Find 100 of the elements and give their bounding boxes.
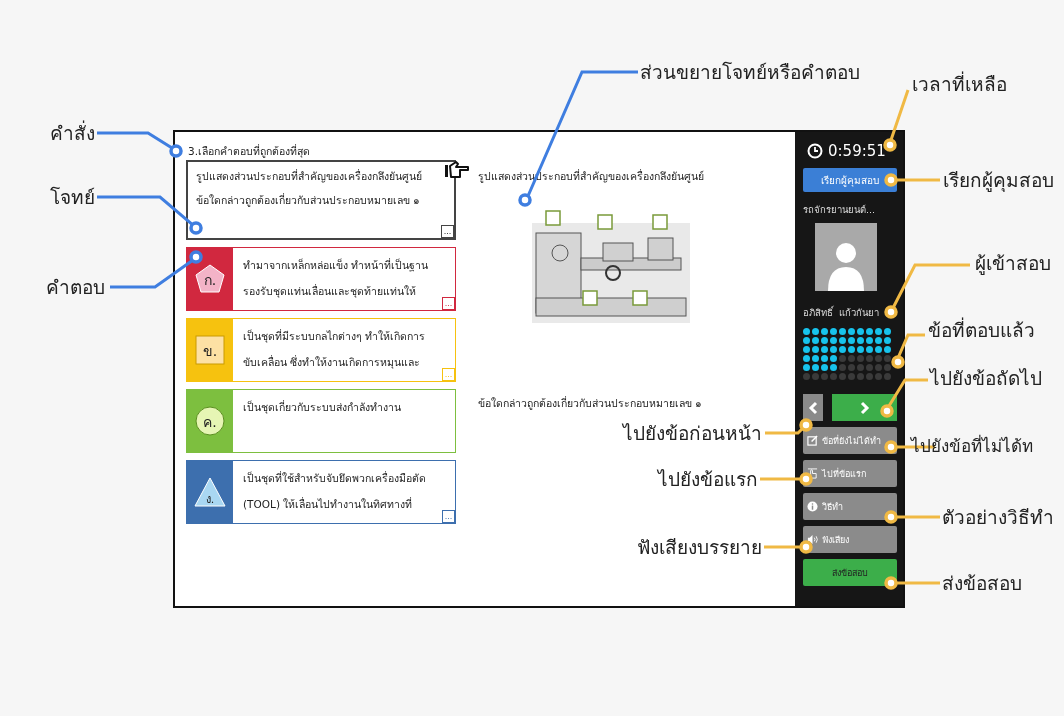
- question-dot[interactable]: [821, 346, 828, 353]
- answer-text: ทำมาจากเหล็กหล่อแข็ง ทำหน้าที่เป็นฐาน รองรับชุดแท่นเลื่อนและชุดท้ายแท่นให้: [242, 257, 430, 300]
- callout-label: คำสั่ง: [50, 121, 95, 145]
- instruction-text: 3.เลือกคำตอบที่ถูกต้องที่สุด: [188, 143, 312, 160]
- callout-label: โจทย์: [50, 185, 95, 209]
- chevron-left-icon: [807, 400, 819, 415]
- leader-line: [760, 472, 813, 486]
- question-dot[interactable]: [830, 346, 837, 353]
- question-dot[interactable]: [803, 328, 810, 335]
- question-dot[interactable]: [812, 328, 819, 335]
- question-dot[interactable]: [857, 355, 864, 362]
- question-dot[interactable]: [857, 346, 864, 353]
- edit-icon: [807, 435, 818, 446]
- expand-button[interactable]: ...: [442, 510, 455, 523]
- question-dot[interactable]: [830, 364, 837, 371]
- question-dot[interactable]: [848, 355, 855, 362]
- question-dot[interactable]: [830, 355, 837, 362]
- triangle-badge: ง.: [194, 476, 226, 508]
- previous-button[interactable]: [803, 394, 823, 421]
- question-dot[interactable]: [812, 364, 819, 371]
- expand-button[interactable]: ...: [442, 297, 455, 310]
- question-dot[interactable]: [803, 355, 810, 362]
- question-dot[interactable]: [848, 337, 855, 344]
- answer-option[interactable]: ง. เป็นชุดที่ใช้สำหรับจับยึดพวกเครื่องมือตัด (TOOL) ให้เลื่อนไปทำงานในทิศทางที่ ...: [186, 460, 456, 524]
- question-dot[interactable]: [875, 373, 882, 380]
- question-dot[interactable]: [866, 373, 873, 380]
- question-dot[interactable]: [830, 373, 837, 380]
- next-button[interactable]: [832, 394, 897, 421]
- question-dot[interactable]: [884, 364, 891, 371]
- sidebar-button[interactable]: ฟังเสียง: [803, 526, 897, 553]
- question-dot[interactable]: [848, 328, 855, 335]
- question-dot[interactable]: [866, 355, 873, 362]
- question-dot[interactable]: [875, 355, 882, 362]
- answer-option[interactable]: ข. เป็นชุดที่มีระบบกลไกต่างๆ ทำให้เกิดการ ขับเคลื่อน ซึ่งทำให้งานเกิดการหมุนและ ...: [186, 318, 456, 382]
- question-dot[interactable]: [821, 337, 828, 344]
- question-dot[interactable]: [821, 355, 828, 362]
- callout-label: ไปยังข้อก่อนหน้า: [623, 421, 762, 445]
- expand-button[interactable]: ...: [441, 225, 454, 238]
- question-dot[interactable]: [848, 346, 855, 353]
- answer-text: เป็นชุดที่ใช้สำหรับจับยึดพวกเครื่องมือตัด (TOOL) ให้เลื่อนไปทำงานในทิศทางที่: [242, 470, 427, 512]
- answer-option[interactable]: ก. ทำมาจากเหล็กหล่อแข็ง ทำหน้าที่เป็นฐาน รองรับชุดแท่นเลื่อนและชุดท้ายแท่นให้ ...: [186, 247, 456, 311]
- sidebar-button[interactable]: ไปที่ข้อแรก: [803, 460, 897, 487]
- leader-line: [765, 418, 813, 435]
- question-dot[interactable]: [839, 373, 846, 380]
- question-dot[interactable]: [884, 337, 891, 344]
- question-dot[interactable]: [821, 328, 828, 335]
- question-dot[interactable]: [866, 364, 873, 371]
- question-dot[interactable]: [803, 346, 810, 353]
- call-proctor-button[interactable]: เรียกผู้คุมสอบ: [803, 168, 897, 192]
- question-dot[interactable]: [884, 328, 891, 335]
- question-dot[interactable]: [857, 328, 864, 335]
- question-dot[interactable]: [857, 364, 864, 371]
- sidebar-button[interactable]: วิธีทำ: [803, 493, 897, 520]
- pointing-hand-icon: [807, 468, 818, 479]
- question-dot[interactable]: [839, 328, 846, 335]
- question-dot[interactable]: [857, 337, 864, 344]
- submit-button[interactable]: ส่งข้อสอบ: [803, 559, 897, 586]
- pointing-hand-icon: [444, 160, 470, 180]
- question-text: ข้อใดกล่าวถูกต้องเกี่ยวกับส่วนประกอบหมายเลข ๑: [478, 395, 704, 412]
- question-dot[interactable]: [875, 328, 882, 335]
- question-dot[interactable]: [830, 337, 837, 344]
- question-dot[interactable]: [812, 337, 819, 344]
- question-box[interactable]: รูปแสดงส่วนประกอบที่สำคัญของเครื่องกลึงยันศูนย์ ข้อใดกล่าวถูกต้องเกี่ยวกับส่วนประกอบหมายเลข ๑ ...: [186, 160, 456, 240]
- circle-badge: ค.: [194, 405, 226, 437]
- callout-label: ไปยังข้อที่ไม่ได้ท: [911, 434, 1033, 458]
- question-dot[interactable]: [884, 373, 891, 380]
- speaker-icon: [807, 534, 818, 545]
- question-dot[interactable]: [839, 337, 846, 344]
- question-dot[interactable]: [857, 373, 864, 380]
- question-dot[interactable]: [803, 364, 810, 371]
- question-dot[interactable]: [866, 346, 873, 353]
- callout-label: ส่วนขยายโจทย์หรือคำตอบ: [640, 60, 860, 84]
- question-dot[interactable]: [803, 373, 810, 380]
- info-icon: [807, 501, 818, 512]
- question-dot[interactable]: [839, 346, 846, 353]
- answer-option[interactable]: ค. เป็นชุดเกี่ยวกับระบบส่งกำลังทำงาน: [186, 389, 456, 453]
- question-dot[interactable]: [830, 328, 837, 335]
- question-dot[interactable]: [875, 346, 882, 353]
- callout-label: ไปยังข้อถัดไป: [930, 366, 1042, 390]
- question-dot[interactable]: [839, 355, 846, 362]
- question-dot[interactable]: [821, 364, 828, 371]
- question-dot[interactable]: [839, 364, 846, 371]
- timer-text: 0:59:51: [828, 141, 886, 161]
- question-dot[interactable]: [803, 337, 810, 344]
- question-dot[interactable]: [821, 373, 828, 380]
- question-dot[interactable]: [848, 373, 855, 380]
- question-dot[interactable]: [875, 364, 882, 371]
- question-dot[interactable]: [866, 328, 873, 335]
- question-dot[interactable]: [848, 364, 855, 371]
- question-dot[interactable]: [884, 355, 891, 362]
- question-dot[interactable]: [866, 337, 873, 344]
- callout-label: เรียกผู้คุมสอบ: [943, 168, 1054, 192]
- question-dot[interactable]: [875, 337, 882, 344]
- leader-line: [764, 540, 813, 554]
- question-dot[interactable]: [812, 355, 819, 362]
- question-dot[interactable]: [812, 373, 819, 380]
- sidebar-button[interactable]: ข้อที่ยังไม่ได้ทำ: [803, 427, 897, 454]
- question-dot[interactable]: [812, 346, 819, 353]
- callout-label: ผู้เข้าสอบ: [975, 251, 1051, 275]
- question-dot[interactable]: [884, 346, 891, 353]
